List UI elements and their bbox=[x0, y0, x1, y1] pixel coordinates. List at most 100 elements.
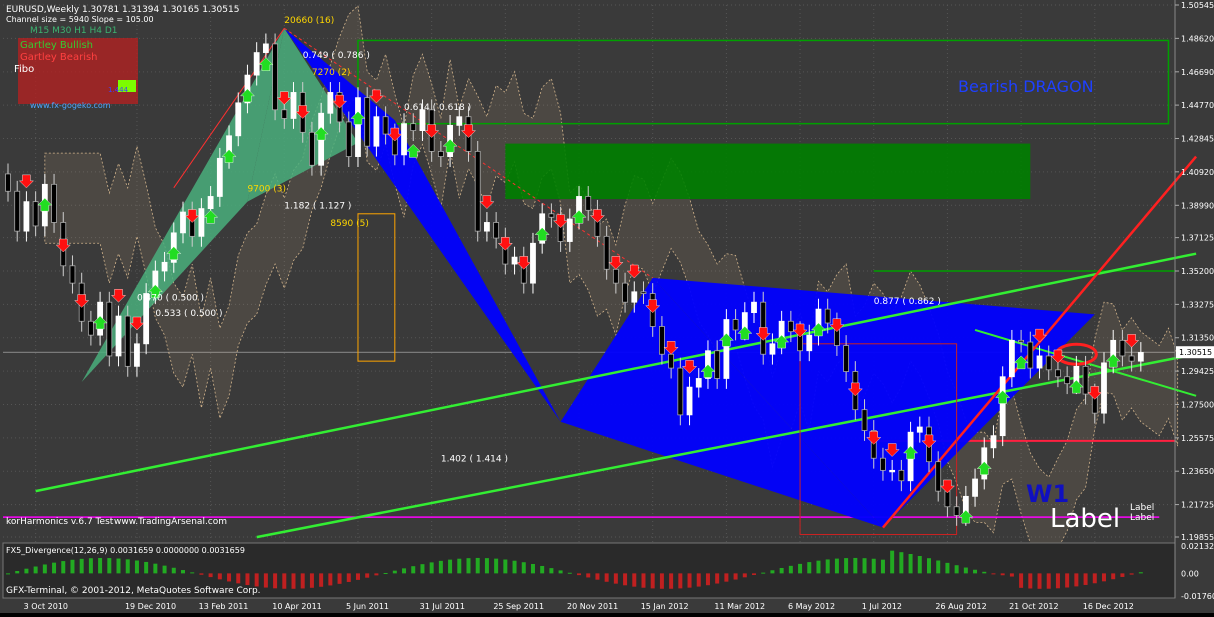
legend-gartley-bearish: Gartley Bearish bbox=[20, 52, 98, 63]
indicator-bar bbox=[355, 573, 360, 580]
candle-body bbox=[603, 235, 610, 270]
indicator-bar bbox=[770, 570, 775, 574]
candle-body bbox=[484, 222, 490, 232]
candle-body bbox=[1055, 369, 1061, 378]
candle-body bbox=[843, 345, 850, 372]
indicator-bar bbox=[190, 572, 195, 574]
indicator-bar bbox=[328, 573, 333, 586]
indicator-bar bbox=[632, 573, 637, 587]
candle-body bbox=[124, 315, 131, 367]
candle-body bbox=[1128, 355, 1135, 362]
candle-body bbox=[161, 261, 168, 272]
candle-body bbox=[898, 469, 905, 482]
indicator-bar bbox=[254, 573, 259, 587]
website-label: www.fx-gogeko.com bbox=[30, 101, 111, 110]
indicator-bar bbox=[973, 569, 978, 574]
legend-gartley-bullish: Gartley Bullish bbox=[20, 40, 93, 51]
time-tick-label: 5 Jun 2011 bbox=[346, 602, 389, 611]
time-tick-label: 20 Nov 2011 bbox=[567, 602, 618, 611]
indicator-bar bbox=[954, 565, 959, 574]
candle-body bbox=[1119, 339, 1126, 357]
indicator-bar bbox=[42, 564, 47, 574]
indicator-bar bbox=[1074, 573, 1079, 587]
candle-body bbox=[806, 334, 813, 352]
candle-body bbox=[262, 43, 269, 53]
price-tick-label: 1.19855 bbox=[1181, 533, 1214, 542]
candle-body bbox=[861, 409, 868, 431]
candle-body bbox=[824, 308, 831, 324]
indicator-bar bbox=[669, 573, 674, 589]
indicator-bar bbox=[908, 553, 913, 574]
price-tick-label: 1.40920 bbox=[1181, 168, 1214, 177]
copyright-label: GFX-Terminal, © 2001-2012, MetaQuotes So… bbox=[6, 586, 261, 596]
indicator-bar bbox=[623, 573, 628, 586]
indicator-bar bbox=[15, 571, 20, 574]
indicator-bar bbox=[540, 565, 545, 574]
indicator-bar bbox=[807, 562, 812, 574]
indicator-bar bbox=[567, 572, 572, 574]
indicator-bar bbox=[871, 558, 876, 574]
candle-body bbox=[695, 378, 702, 388]
indicator-tick-label: 0.00 bbox=[1181, 569, 1199, 578]
candle-body bbox=[410, 123, 417, 131]
indicator-bar bbox=[24, 568, 29, 574]
candle-body bbox=[751, 301, 757, 314]
candle-body bbox=[972, 478, 978, 497]
indicator-bar bbox=[88, 558, 93, 574]
candle-body bbox=[419, 109, 426, 131]
indicator-bar bbox=[79, 558, 84, 574]
green-zone-box bbox=[505, 143, 1031, 200]
corner-label-small-1: Label bbox=[1130, 503, 1154, 513]
candle-body bbox=[640, 291, 647, 294]
ratio-label: 20660 (16) bbox=[284, 16, 334, 26]
ratio-label: 0.614 ( 0.618 ) bbox=[404, 103, 471, 113]
indicator-bar bbox=[125, 559, 130, 574]
price-tick-label: 1.38990 bbox=[1181, 201, 1214, 210]
candle-body bbox=[373, 116, 380, 147]
candle-body bbox=[990, 435, 997, 449]
indicator-bar bbox=[374, 573, 379, 576]
indicator-bar bbox=[982, 571, 987, 574]
trading-arsenal-link[interactable]: www.TradingArsenal.com bbox=[114, 517, 227, 527]
candle-body bbox=[115, 315, 122, 357]
indicator-bar bbox=[236, 573, 241, 584]
indicator-bar bbox=[844, 558, 849, 574]
candle-body bbox=[1082, 365, 1089, 395]
candle-body bbox=[198, 208, 205, 237]
symbol-info: EURUSD,Weekly 1.30781 1.31394 1.30165 1.… bbox=[6, 5, 239, 15]
price-tick-label: 1.27500 bbox=[1181, 400, 1214, 409]
candle-body bbox=[999, 376, 1006, 437]
candle-body bbox=[686, 386, 693, 416]
candle-body bbox=[272, 43, 278, 111]
price-tick-label: 1.48620 bbox=[1181, 34, 1214, 43]
indicator-bar bbox=[1083, 573, 1088, 585]
indicator-bar bbox=[595, 573, 600, 580]
candle-body bbox=[23, 201, 30, 232]
indicator-bar bbox=[577, 573, 582, 576]
indicator-bar bbox=[475, 557, 480, 574]
time-tick-label: 31 Jul 2011 bbox=[420, 602, 465, 611]
indicator-bar bbox=[402, 568, 407, 574]
candle-body bbox=[364, 97, 371, 147]
candle-body bbox=[732, 319, 739, 331]
indicator-bar bbox=[991, 573, 996, 575]
indicator-bar bbox=[659, 573, 664, 589]
price-tick-label: 1.46690 bbox=[1181, 68, 1214, 77]
price-tick-label: 1.25575 bbox=[1181, 434, 1214, 443]
time-tick-label: 26 Aug 2012 bbox=[935, 602, 986, 611]
timeframe-links[interactable]: M15 M30 H1 H4 D1 bbox=[30, 26, 118, 36]
time-tick-label: 25 Sep 2011 bbox=[493, 602, 544, 611]
price-tick-label: 1.44770 bbox=[1181, 101, 1214, 110]
candle-body bbox=[216, 157, 223, 197]
indicator-bar bbox=[1129, 573, 1134, 575]
indicator-bar bbox=[116, 558, 121, 574]
indicator-bar bbox=[558, 570, 563, 574]
corner-label-small-2: Label bbox=[1130, 513, 1154, 523]
price-chart[interactable]: 20660 (16) 0.749 ( 0.786 ) 7270 (2) 0.614 (… bbox=[0, 0, 1214, 613]
indicator-bar bbox=[1092, 573, 1097, 584]
indicator-bar bbox=[779, 567, 784, 574]
indicator-bar bbox=[927, 558, 931, 574]
candle-body bbox=[207, 196, 214, 209]
candle-body bbox=[714, 350, 721, 379]
current-price-value: 1.30515 bbox=[1179, 348, 1212, 357]
